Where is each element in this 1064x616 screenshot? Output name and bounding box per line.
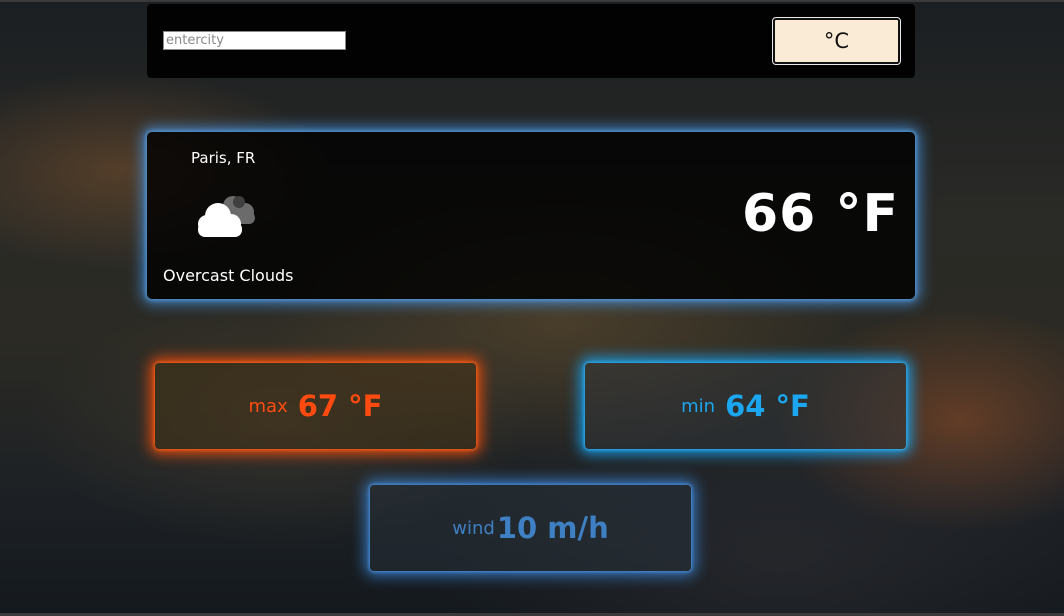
wind-speed-box: wind 10 m/h [370,485,691,571]
wind-value: 10 m/h [496,511,609,545]
location-label: Paris, FR [191,149,256,167]
max-value: 67 °F [297,389,383,423]
weather-description: Overcast Clouds [163,266,294,285]
current-temperature: 66 °F [742,184,899,244]
current-weather-card: Paris, FR Overcast Clouds 66 °F [147,132,915,299]
max-temperature-box: max 67 °F [155,363,476,449]
search-bar: °C [147,4,915,78]
city-search-input[interactable] [163,31,346,50]
overcast-clouds-icon [198,196,255,237]
max-label: max [248,395,288,417]
window-top-border [0,0,1064,2]
unit-toggle-button[interactable]: °C [772,17,901,65]
min-label: min [681,395,716,417]
min-value: 64 °F [725,389,810,423]
wind-label: wind [452,517,495,539]
min-temperature-box: min 64 °F [585,363,906,449]
